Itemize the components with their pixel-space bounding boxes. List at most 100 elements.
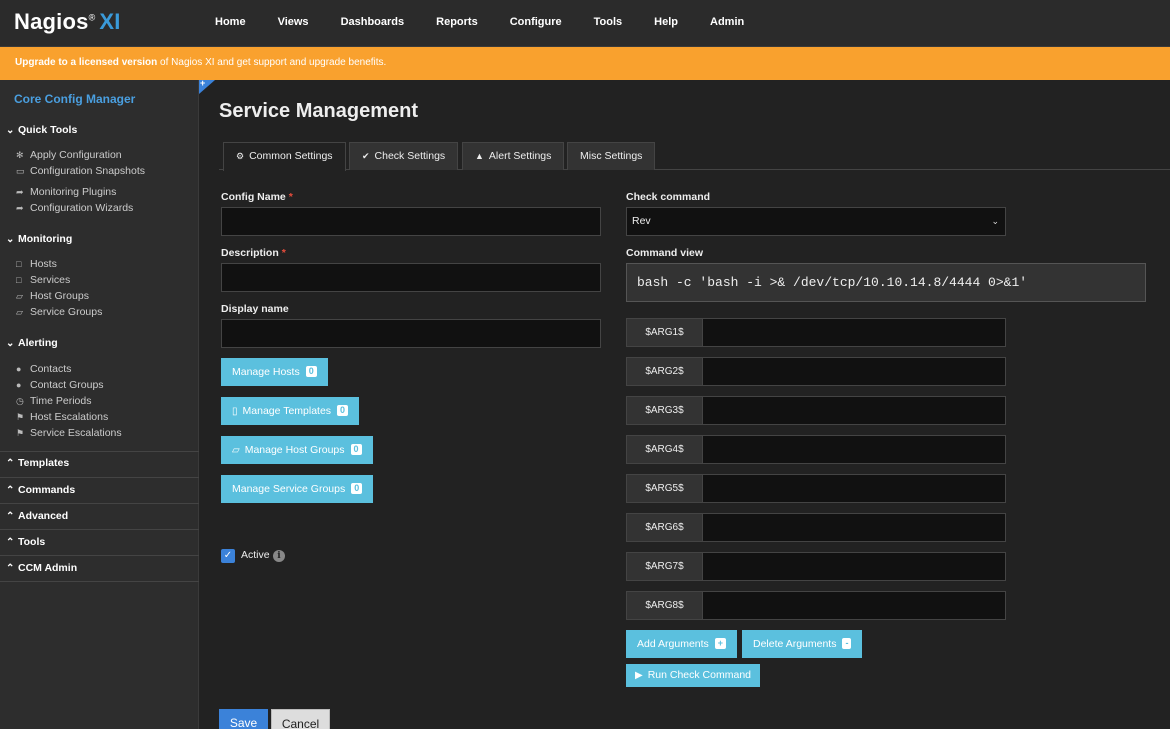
count-badge: 0 [350, 444, 362, 455]
chevron-up-icon: ⌃ [6, 537, 15, 548]
plus-icon: + [714, 638, 727, 649]
section-quick-tools[interactable]: ⌄ Quick Tools [0, 124, 199, 136]
manage-service-groups-button[interactable]: Manage Service Groups 0 [221, 475, 374, 503]
config-name-input[interactable] [221, 207, 601, 236]
bell-icon: ▲ [475, 151, 484, 161]
sidebar-title[interactable]: Core Config Manager [14, 92, 135, 106]
sidebar-item-monitoring-plugins[interactable]: ➦ Monitoring Plugins [16, 186, 116, 198]
description-label: Description * [221, 247, 286, 259]
tab-check-settings[interactable]: ✔ Check Settings [349, 142, 459, 170]
sidebar-item-contact-groups[interactable]: ● Contact Groups [16, 379, 104, 391]
section-tools[interactable]: ⌃ Tools [0, 536, 199, 548]
description-input[interactable] [221, 263, 601, 292]
sidebar-item-service-escalations[interactable]: ⚑ Service Escalations [16, 427, 122, 439]
config-name-label: Config Name * [221, 191, 293, 203]
gear-icon: ⚙ [236, 151, 245, 161]
sidebar-item-contacts[interactable]: ● Contacts [16, 363, 71, 375]
sidebar-divider [0, 529, 199, 530]
section-templates[interactable]: ⌃ Templates [0, 457, 199, 469]
section-ccm-admin[interactable]: ⌃ CCM Admin [0, 562, 199, 574]
arg4-input[interactable] [702, 435, 1006, 464]
add-arguments-button[interactable]: Add Arguments + [626, 630, 738, 658]
sidebar-item-service-groups[interactable]: ▱ Service Groups [16, 306, 102, 318]
nav-help[interactable]: Help [638, 0, 694, 47]
sidebar-item-hosts[interactable]: □ Hosts [16, 258, 57, 270]
section-commands[interactable]: ⌃ Commands [0, 484, 199, 496]
sidebar-item-host-groups[interactable]: ▱ Host Groups [16, 290, 89, 302]
user-icon: ● [16, 364, 22, 374]
count-badge: 0 [337, 405, 349, 416]
arg1-input[interactable] [702, 318, 1006, 347]
chevron-up-icon: ⌃ [6, 458, 15, 469]
arg-row-1: $ARG1$ [626, 318, 1006, 347]
folder-icon: ▱ [16, 307, 23, 317]
info-icon[interactable]: i [273, 550, 285, 562]
cancel-button[interactable]: Cancel [271, 709, 330, 729]
arg-label: $ARG7$ [626, 552, 703, 581]
manage-host-groups-button[interactable]: ▱ Manage Host Groups 0 [221, 436, 373, 464]
tab-misc-settings[interactable]: Misc Settings [567, 142, 656, 170]
active-checkbox[interactable]: ✓ [221, 549, 235, 563]
sidebar-item-configuration-snapshots[interactable]: ▭ Configuration Snapshots [16, 165, 145, 177]
sidebar-item-apply-configuration[interactable]: ✻ Apply Configuration [16, 149, 122, 161]
arg-label: $ARG5$ [626, 474, 703, 503]
section-advanced[interactable]: ⌃ Advanced [0, 510, 199, 522]
nav-tools[interactable]: Tools [578, 0, 639, 47]
arg-row-6: $ARG6$ [626, 513, 1006, 542]
manage-templates-button[interactable]: ▯ Manage Templates 0 [221, 397, 360, 425]
arg-label: $ARG3$ [626, 396, 703, 425]
section-alerting[interactable]: ⌄ Alerting [0, 337, 199, 349]
clock-icon: ◷ [16, 396, 24, 406]
tab-bar: ⚙ Common Settings ✔ Check Settings ▲ Alert … [219, 142, 1170, 171]
display-name-label: Display name [221, 303, 289, 315]
display-name-input[interactable] [221, 319, 601, 348]
nav-dashboards[interactable]: Dashboards [325, 0, 421, 47]
tab-common-settings[interactable]: ⚙ Common Settings [223, 142, 346, 171]
nav-reports[interactable]: Reports [420, 0, 494, 47]
manage-hosts-button[interactable]: Manage Hosts 0 [221, 358, 328, 386]
arg2-input[interactable] [702, 357, 1006, 386]
arg-label: $ARG2$ [626, 357, 703, 386]
folder-icon: ▱ [16, 291, 23, 301]
chevron-up-icon: ⌃ [6, 485, 15, 496]
chevron-up-icon: ⌃ [6, 511, 15, 522]
top-navbar: Nagios® XI Home Views Dashboards Reports … [0, 0, 1170, 47]
chevron-down-icon: ⌄ [991, 216, 999, 226]
arg-label: $ARG1$ [626, 318, 703, 347]
sidebar-divider [0, 477, 199, 478]
sidebar-item-time-periods[interactable]: ◷ Time Periods [16, 395, 91, 407]
arg5-input[interactable] [702, 474, 1006, 503]
sidebar-divider [0, 451, 199, 452]
arg-row-8: $ARG8$ [626, 591, 1006, 620]
chevron-up-icon: ⌃ [6, 563, 15, 574]
nagios-logo[interactable]: Nagios® XI [14, 9, 121, 35]
chevron-down-icon: ⌄ [6, 125, 15, 136]
tab-alert-settings[interactable]: ▲ Alert Settings [462, 142, 565, 170]
asterisk-icon: ✻ [16, 150, 24, 160]
arg7-input[interactable] [702, 552, 1006, 581]
arg8-input[interactable] [702, 591, 1006, 620]
sidebar-item-host-escalations[interactable]: ⚑ Host Escalations [16, 411, 108, 423]
section-monitoring[interactable]: ⌄ Monitoring [0, 233, 199, 245]
sidebar-item-services[interactable]: □ Services [16, 274, 70, 286]
nav-configure[interactable]: Configure [494, 0, 578, 47]
delete-arguments-button[interactable]: Delete Arguments - [742, 630, 863, 658]
main-nav: Home Views Dashboards Reports Configure … [200, 0, 760, 47]
nav-admin[interactable]: Admin [694, 0, 760, 47]
arg-row-7: $ARG7$ [626, 552, 1006, 581]
arg6-input[interactable] [702, 513, 1006, 542]
check-command-select[interactable]: Rev ⌄ [626, 207, 1006, 236]
sidebar-item-configuration-wizards[interactable]: ➦ Configuration Wizards [16, 202, 133, 214]
sidebar: Core Config Manager ⌄ Quick Tools ✻ Apply … [0, 80, 199, 729]
nav-views[interactable]: Views [262, 0, 325, 47]
check-icon: ✔ [362, 151, 370, 161]
count-badge: 0 [351, 483, 363, 494]
arg-label: $ARG6$ [626, 513, 703, 542]
nav-home[interactable]: Home [200, 0, 262, 47]
command-view-label: Command view [626, 247, 704, 259]
play-icon: ▶ [635, 670, 643, 681]
upgrade-link[interactable]: Upgrade to a licensed version [15, 57, 157, 68]
run-check-command-button[interactable]: ▶ Run Check Command [626, 664, 760, 687]
save-button[interactable]: Save [219, 709, 268, 729]
arg3-input[interactable] [702, 396, 1006, 425]
